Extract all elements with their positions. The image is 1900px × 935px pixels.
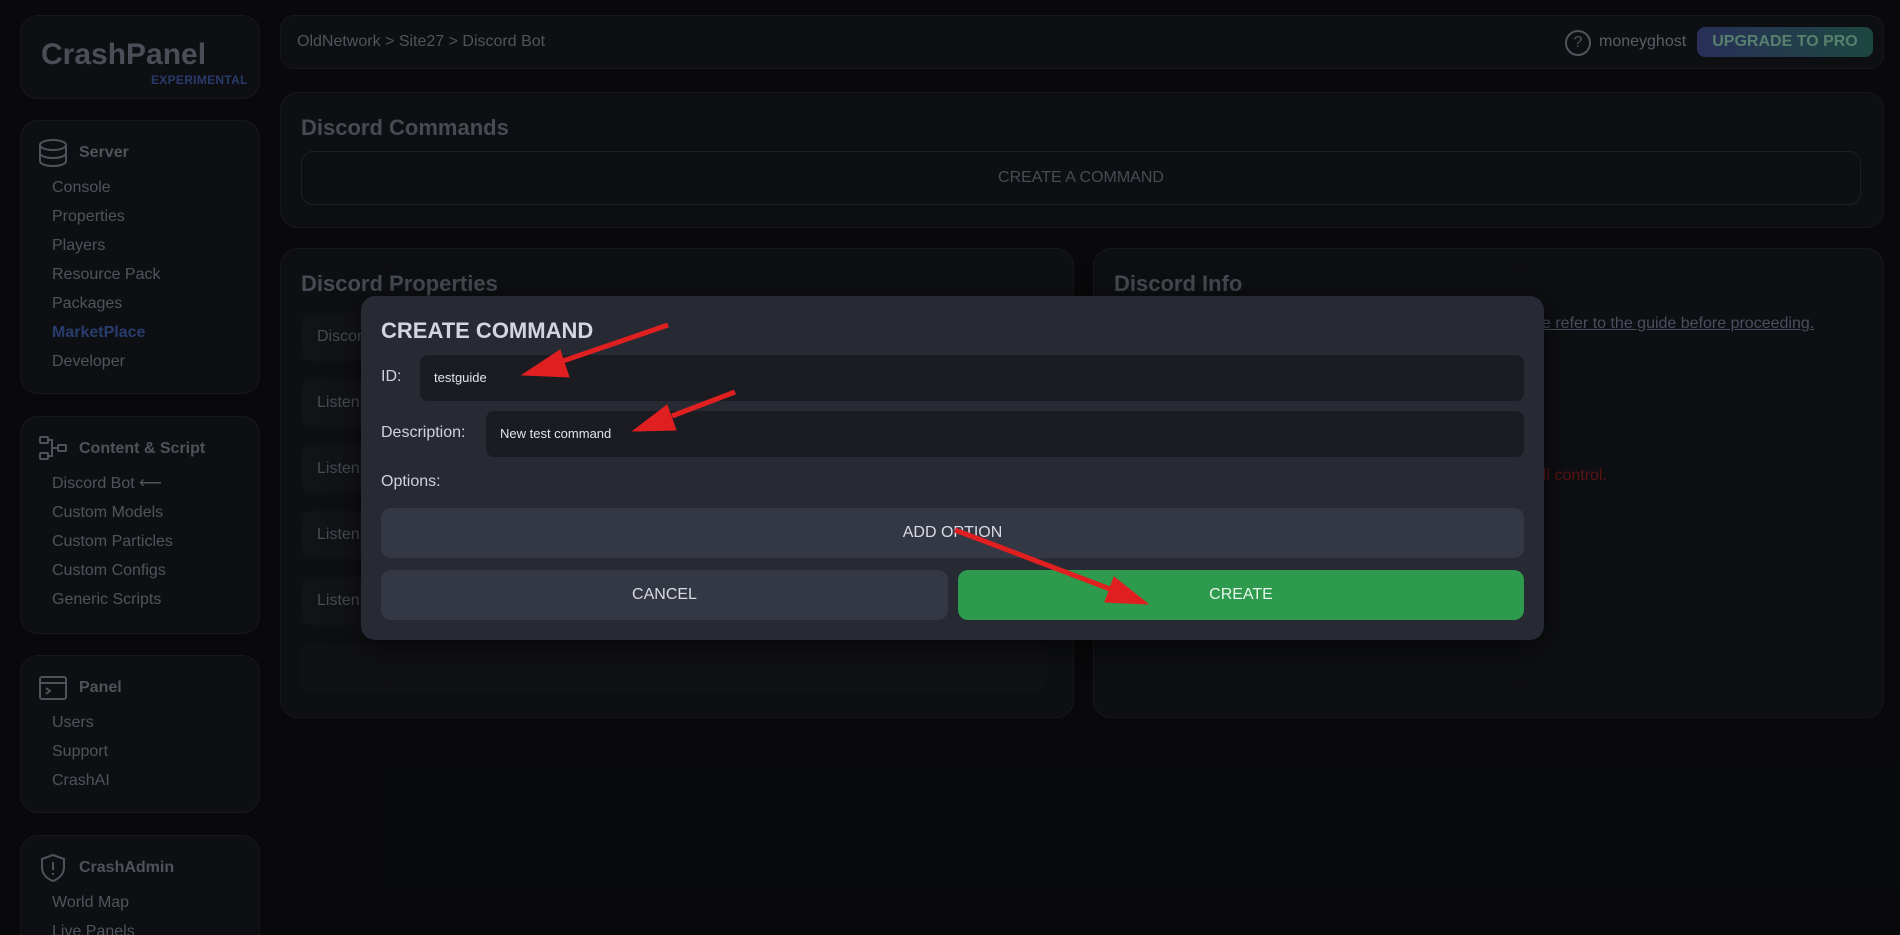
- id-input[interactable]: testguide: [420, 355, 1524, 401]
- description-label: Description:: [381, 424, 466, 441]
- add-option-button[interactable]: ADD OPTION: [381, 508, 1524, 558]
- modal-title: CREATE COMMAND: [381, 318, 594, 343]
- description-input[interactable]: New test command: [486, 411, 1524, 457]
- create-command-modal: CREATE COMMAND ID: testguide Description…: [361, 296, 1544, 640]
- create-button[interactable]: CREATE: [958, 570, 1524, 620]
- options-label: Options:: [381, 473, 441, 490]
- id-label: ID:: [381, 368, 402, 385]
- cancel-button[interactable]: CANCEL: [381, 570, 948, 620]
